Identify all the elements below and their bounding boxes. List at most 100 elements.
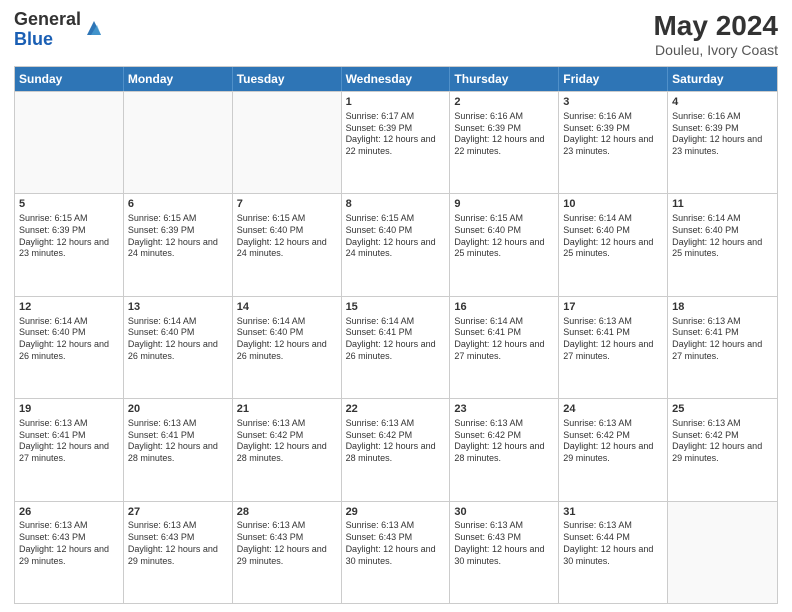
cal-day-25: 25Sunrise: 6:13 AMSunset: 6:42 PMDayligh… [668,399,777,500]
cal-day-empty [15,92,124,193]
cal-day-11: 11Sunrise: 6:14 AMSunset: 6:40 PMDayligh… [668,194,777,295]
day-number: 2 [454,95,554,110]
day-info: Sunrise: 6:17 AMSunset: 6:39 PMDaylight:… [346,111,446,158]
day-number: 26 [19,505,119,520]
day-number: 12 [19,300,119,315]
cal-day-4: 4Sunrise: 6:16 AMSunset: 6:39 PMDaylight… [668,92,777,193]
cal-header-thursday: Thursday [450,67,559,91]
day-number: 23 [454,402,554,417]
day-number: 15 [346,300,446,315]
day-info: Sunrise: 6:13 AMSunset: 6:41 PMDaylight:… [563,316,663,363]
day-number: 13 [128,300,228,315]
day-info: Sunrise: 6:13 AMSunset: 6:42 PMDaylight:… [672,418,773,465]
cal-week-3: 12Sunrise: 6:14 AMSunset: 6:40 PMDayligh… [15,296,777,398]
cal-day-22: 22Sunrise: 6:13 AMSunset: 6:42 PMDayligh… [342,399,451,500]
calendar: SundayMondayTuesdayWednesdayThursdayFrid… [14,66,778,604]
cal-day-21: 21Sunrise: 6:13 AMSunset: 6:42 PMDayligh… [233,399,342,500]
day-number: 21 [237,402,337,417]
cal-day-24: 24Sunrise: 6:13 AMSunset: 6:42 PMDayligh… [559,399,668,500]
day-info: Sunrise: 6:14 AMSunset: 6:40 PMDaylight:… [19,316,119,363]
cal-header-friday: Friday [559,67,668,91]
cal-day-10: 10Sunrise: 6:14 AMSunset: 6:40 PMDayligh… [559,194,668,295]
day-number: 1 [346,95,446,110]
day-number: 14 [237,300,337,315]
cal-day-15: 15Sunrise: 6:14 AMSunset: 6:41 PMDayligh… [342,297,451,398]
cal-day-5: 5Sunrise: 6:15 AMSunset: 6:39 PMDaylight… [15,194,124,295]
day-info: Sunrise: 6:14 AMSunset: 6:41 PMDaylight:… [346,316,446,363]
header: General Blue May 2024 Douleu, Ivory Coas… [14,10,778,58]
cal-day-30: 30Sunrise: 6:13 AMSunset: 6:43 PMDayligh… [450,502,559,603]
cal-day-9: 9Sunrise: 6:15 AMSunset: 6:40 PMDaylight… [450,194,559,295]
day-info: Sunrise: 6:16 AMSunset: 6:39 PMDaylight:… [672,111,773,158]
day-info: Sunrise: 6:15 AMSunset: 6:39 PMDaylight:… [19,213,119,260]
cal-week-5: 26Sunrise: 6:13 AMSunset: 6:43 PMDayligh… [15,501,777,603]
day-info: Sunrise: 6:13 AMSunset: 6:41 PMDaylight:… [672,316,773,363]
day-info: Sunrise: 6:14 AMSunset: 6:40 PMDaylight:… [672,213,773,260]
day-number: 30 [454,505,554,520]
cal-header-tuesday: Tuesday [233,67,342,91]
cal-day-16: 16Sunrise: 6:14 AMSunset: 6:41 PMDayligh… [450,297,559,398]
day-info: Sunrise: 6:13 AMSunset: 6:42 PMDaylight:… [237,418,337,465]
cal-day-empty [668,502,777,603]
cal-day-1: 1Sunrise: 6:17 AMSunset: 6:39 PMDaylight… [342,92,451,193]
cal-day-13: 13Sunrise: 6:14 AMSunset: 6:40 PMDayligh… [124,297,233,398]
day-info: Sunrise: 6:14 AMSunset: 6:40 PMDaylight:… [237,316,337,363]
day-info: Sunrise: 6:13 AMSunset: 6:41 PMDaylight:… [19,418,119,465]
day-info: Sunrise: 6:13 AMSunset: 6:43 PMDaylight:… [237,520,337,567]
calendar-header-row: SundayMondayTuesdayWednesdayThursdayFrid… [15,67,777,91]
cal-day-14: 14Sunrise: 6:14 AMSunset: 6:40 PMDayligh… [233,297,342,398]
day-number: 6 [128,197,228,212]
day-number: 19 [19,402,119,417]
cal-header-monday: Monday [124,67,233,91]
logo-icon [83,17,105,39]
day-info: Sunrise: 6:13 AMSunset: 6:43 PMDaylight:… [19,520,119,567]
cal-day-7: 7Sunrise: 6:15 AMSunset: 6:40 PMDaylight… [233,194,342,295]
day-info: Sunrise: 6:13 AMSunset: 6:42 PMDaylight:… [563,418,663,465]
cal-day-3: 3Sunrise: 6:16 AMSunset: 6:39 PMDaylight… [559,92,668,193]
cal-day-31: 31Sunrise: 6:13 AMSunset: 6:44 PMDayligh… [559,502,668,603]
title-block: May 2024 Douleu, Ivory Coast [653,10,778,58]
day-number: 22 [346,402,446,417]
cal-day-19: 19Sunrise: 6:13 AMSunset: 6:41 PMDayligh… [15,399,124,500]
day-number: 4 [672,95,773,110]
day-info: Sunrise: 6:13 AMSunset: 6:43 PMDaylight:… [454,520,554,567]
cal-day-20: 20Sunrise: 6:13 AMSunset: 6:41 PMDayligh… [124,399,233,500]
day-number: 8 [346,197,446,212]
logo-blue: Blue [14,30,81,50]
day-number: 24 [563,402,663,417]
day-info: Sunrise: 6:13 AMSunset: 6:43 PMDaylight:… [346,520,446,567]
logo: General Blue [14,10,105,50]
day-number: 3 [563,95,663,110]
day-number: 20 [128,402,228,417]
day-info: Sunrise: 6:13 AMSunset: 6:43 PMDaylight:… [128,520,228,567]
day-number: 28 [237,505,337,520]
logo-general: General [14,10,81,30]
day-info: Sunrise: 6:13 AMSunset: 6:44 PMDaylight:… [563,520,663,567]
day-number: 17 [563,300,663,315]
day-number: 7 [237,197,337,212]
day-number: 11 [672,197,773,212]
day-number: 10 [563,197,663,212]
day-info: Sunrise: 6:15 AMSunset: 6:39 PMDaylight:… [128,213,228,260]
day-number: 29 [346,505,446,520]
cal-day-12: 12Sunrise: 6:14 AMSunset: 6:40 PMDayligh… [15,297,124,398]
cal-day-27: 27Sunrise: 6:13 AMSunset: 6:43 PMDayligh… [124,502,233,603]
day-info: Sunrise: 6:14 AMSunset: 6:40 PMDaylight:… [563,213,663,260]
day-number: 31 [563,505,663,520]
day-number: 16 [454,300,554,315]
day-info: Sunrise: 6:15 AMSunset: 6:40 PMDaylight:… [454,213,554,260]
cal-day-26: 26Sunrise: 6:13 AMSunset: 6:43 PMDayligh… [15,502,124,603]
cal-day-empty [124,92,233,193]
day-number: 5 [19,197,119,212]
cal-header-sunday: Sunday [15,67,124,91]
cal-day-23: 23Sunrise: 6:13 AMSunset: 6:42 PMDayligh… [450,399,559,500]
day-info: Sunrise: 6:16 AMSunset: 6:39 PMDaylight:… [454,111,554,158]
cal-day-17: 17Sunrise: 6:13 AMSunset: 6:41 PMDayligh… [559,297,668,398]
cal-day-28: 28Sunrise: 6:13 AMSunset: 6:43 PMDayligh… [233,502,342,603]
day-info: Sunrise: 6:13 AMSunset: 6:42 PMDaylight:… [454,418,554,465]
day-info: Sunrise: 6:15 AMSunset: 6:40 PMDaylight:… [346,213,446,260]
day-number: 9 [454,197,554,212]
cal-day-29: 29Sunrise: 6:13 AMSunset: 6:43 PMDayligh… [342,502,451,603]
cal-week-1: 1Sunrise: 6:17 AMSunset: 6:39 PMDaylight… [15,91,777,193]
cal-day-empty [233,92,342,193]
